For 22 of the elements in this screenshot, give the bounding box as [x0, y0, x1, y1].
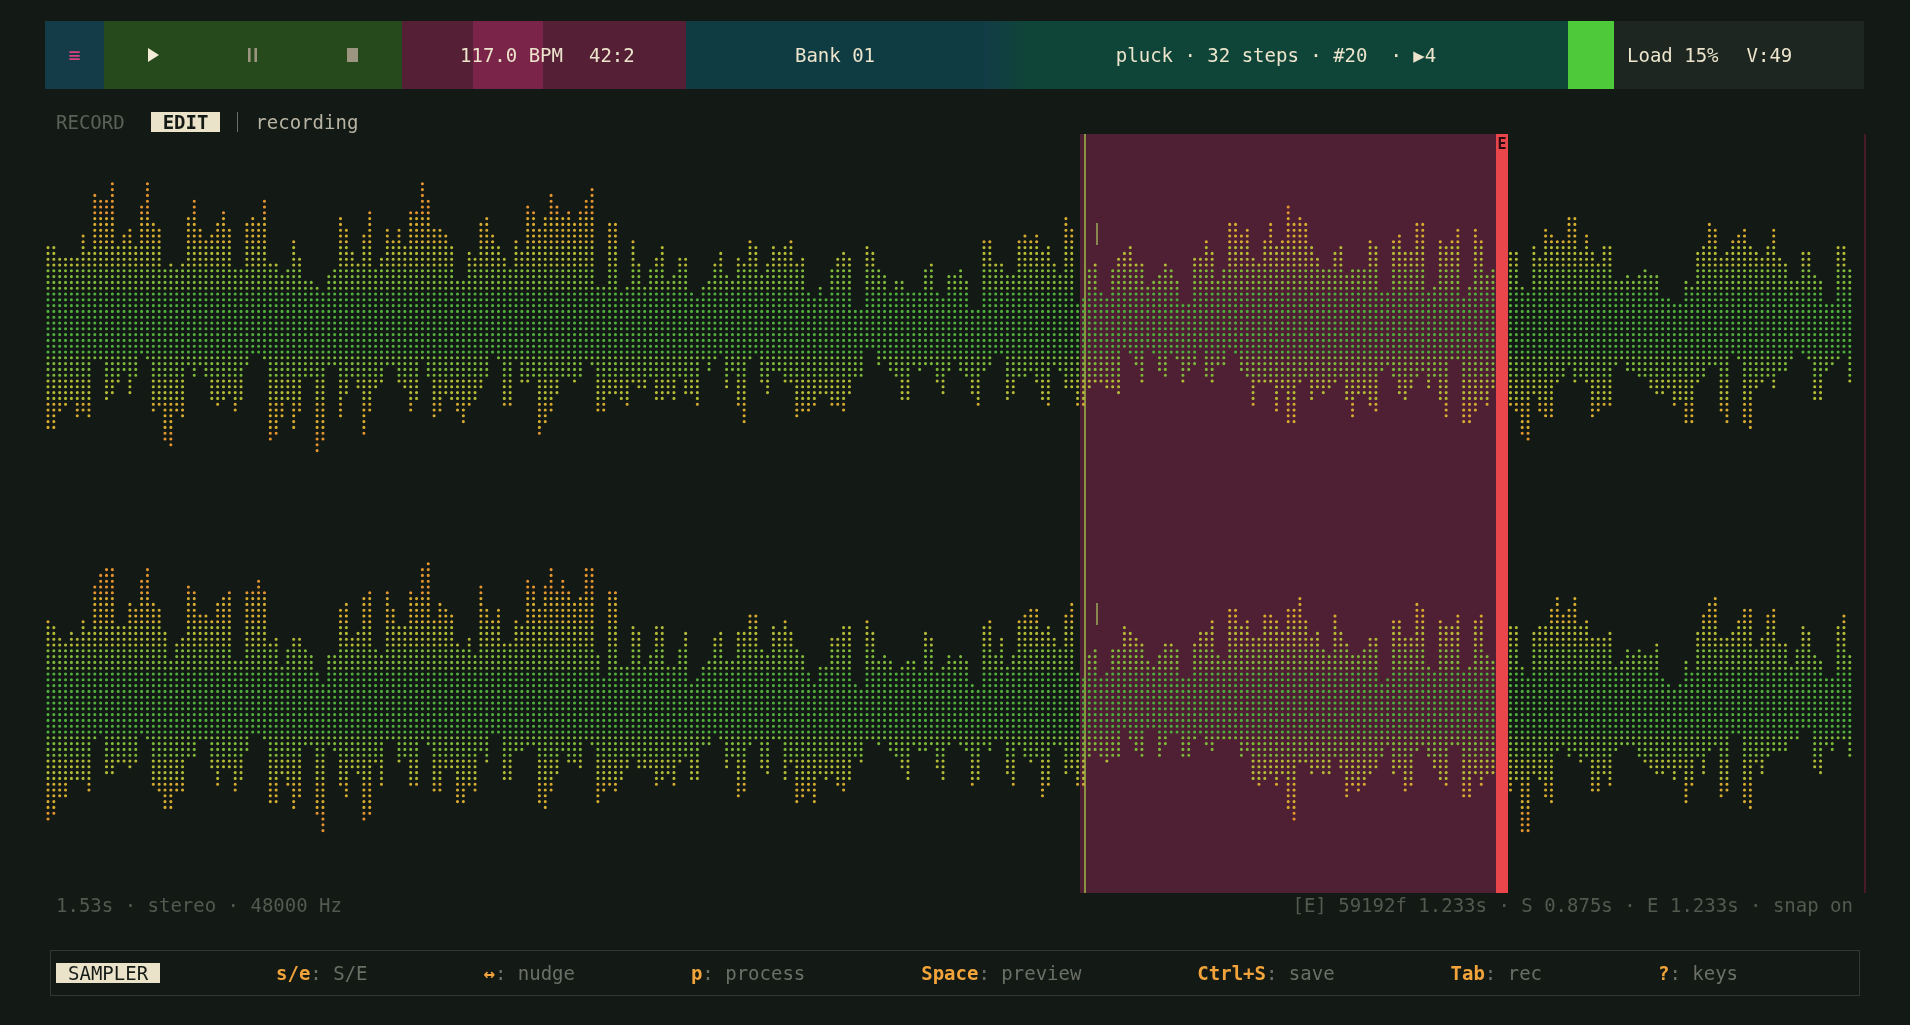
status-text: recording	[255, 111, 359, 133]
key-hint: Ctrl+S: save	[1197, 962, 1335, 984]
menu-button[interactable]: ≡	[45, 21, 104, 89]
key-hint: ?: keys	[1657, 962, 1739, 984]
end-marker-handle[interactable]: E	[1496, 134, 1508, 893]
bank-name: Bank 01	[794, 44, 876, 66]
pattern-info: pluck · 32 steps · #20 · ▶4	[1115, 44, 1437, 66]
mode-tab[interactable]: EDIT	[150, 112, 221, 132]
voice-count: V:49	[1746, 44, 1793, 66]
tempo-bpm: 117.0 BPM	[460, 44, 563, 66]
key-hint: Space: preview	[921, 962, 1082, 984]
mode-tab[interactable]: RECORD	[56, 112, 125, 132]
selection-info: [E] 59192f 1.233s · S 0.875s · E 1.233s · snap on	[1292, 894, 1853, 916]
key-hint: Tab: rec	[1450, 962, 1543, 984]
sample-info: 1.53s · stereo · 48000 Hz	[56, 894, 342, 916]
mode-label: SAMPLER	[56, 963, 161, 983]
load-indicator	[1568, 21, 1614, 89]
key-hint: s/e: S/E	[276, 962, 368, 984]
key-hint: ↔: nudge	[483, 962, 575, 984]
key-hint: p: process	[690, 962, 806, 984]
song-position: 42:2	[588, 44, 635, 66]
cpu-load: Load 15%	[1627, 44, 1719, 66]
